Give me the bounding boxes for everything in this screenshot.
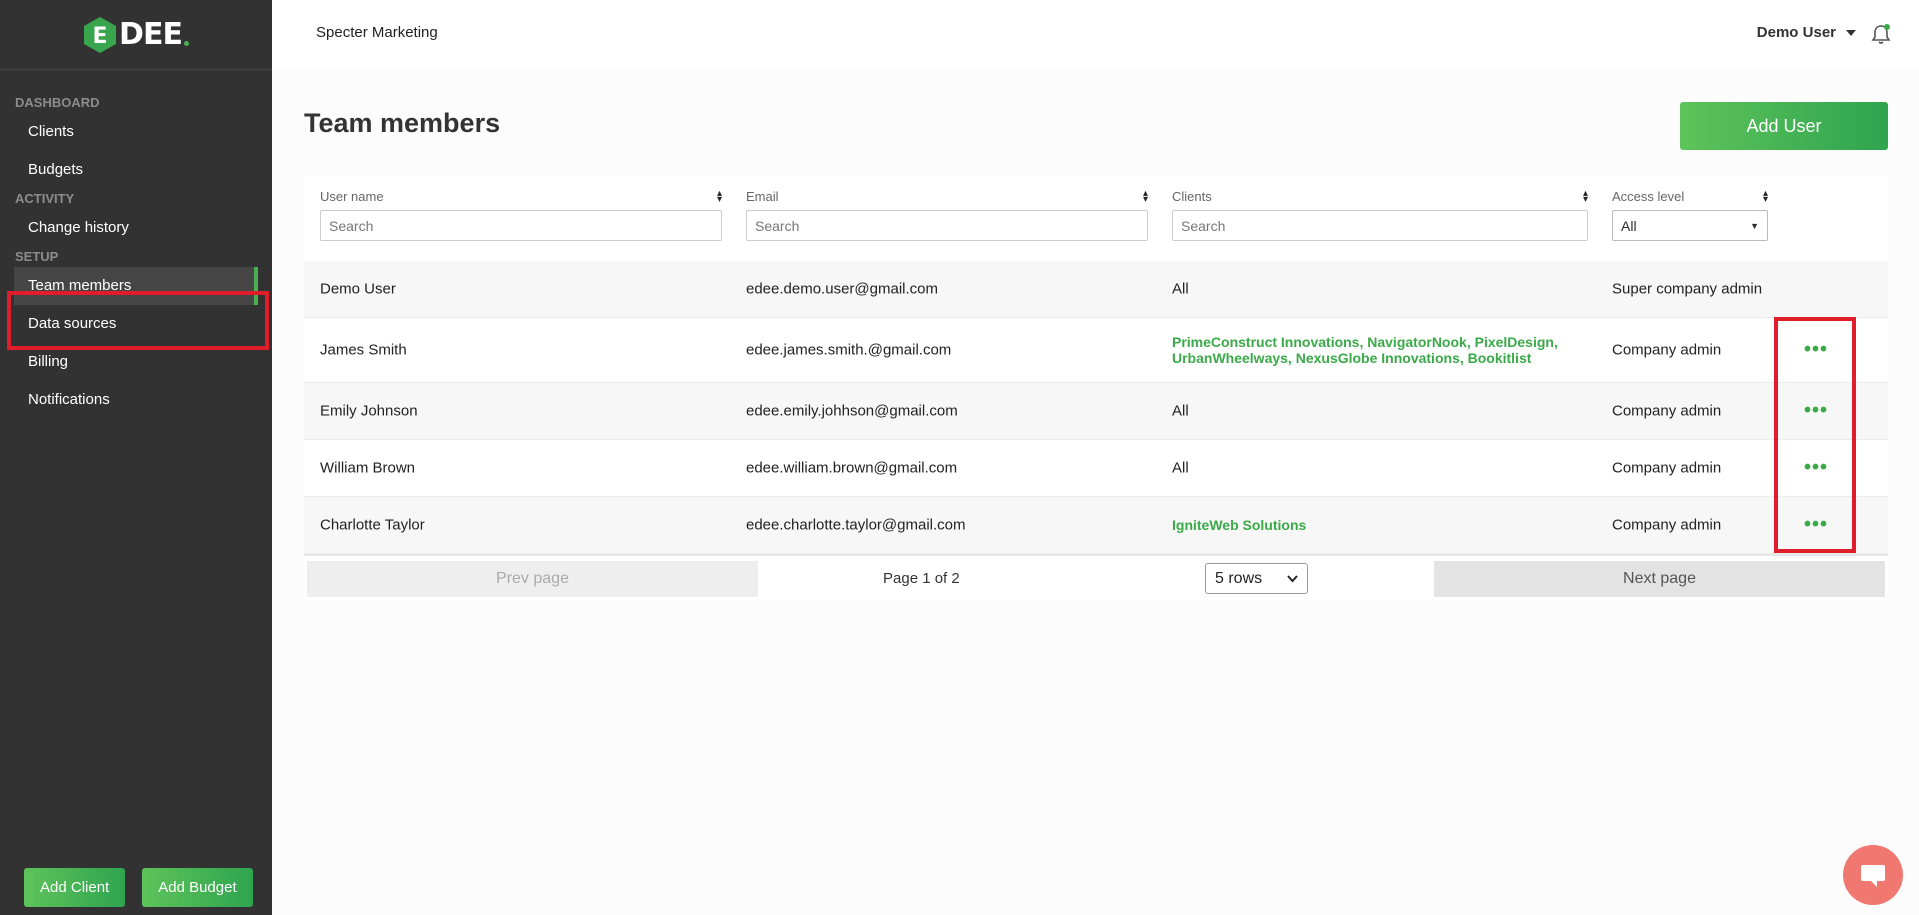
logo-text: DEE [119,17,183,52]
email-search-input[interactable] [746,210,1148,241]
chat-bubble-icon [1861,865,1885,887]
filter-clients: Clients ▴ ▾ [1172,188,1588,241]
chevron-down-icon: ▼ [1750,220,1759,231]
sort-icon[interactable]: ▴ ▾ [1583,188,1588,204]
cell-access-level: Super company admin [1612,280,1763,298]
cell-user-name: William Brown [320,459,416,477]
cell-email: edee.james.smith.@gmail.com [746,341,952,359]
bell-icon[interactable] [1871,23,1891,45]
chevron-down-icon [1846,29,1856,36]
sidebar-item-billing[interactable]: Billing [0,343,272,381]
prev-page-button[interactable]: Prev page [307,561,758,597]
sidebar: E DEE DASHBOARD Clients Budgets ACTIVITY… [0,0,272,915]
filter-user-name: User name ▴ ▾ [320,188,722,241]
team-table: User name ▴▾ Email ▴▾ Clients ▴▾ Access … [304,175,1888,600]
table-filters: User name ▴▾ Email ▴▾ Clients ▴▾ Access … [304,175,1888,261]
sidebar-item-change-history[interactable]: Change history [0,209,272,247]
company-name: Specter Marketing [316,24,438,41]
sidebar-item-budgets[interactable]: Budgets [0,151,272,189]
table-row[interactable]: Emily Johnson edee.emily.johhson@gmail.c… [304,383,1888,440]
table-row[interactable]: Demo User edee.demo.user@gmail.com All S… [304,261,1888,318]
cell-user-name: James Smith [320,341,407,359]
cell-clients: All [1172,402,1189,420]
cell-email: edee.william.brown@gmail.com [746,459,958,477]
logo-dot [183,41,189,46]
rows-per-page-value: 5 rows [1215,569,1263,587]
pagination: Prev page Page 1 of 2 5 rows Next page [304,554,1888,600]
svg-text:E: E [93,24,108,49]
clients-search-input[interactable] [1172,210,1588,241]
sort-icon[interactable]: ▴ ▾ [1143,188,1148,204]
add-client-button[interactable]: Add Client [24,868,126,907]
page-info: Page 1 of 2 [883,570,960,587]
sort-icon[interactable]: ▴ ▾ [717,188,722,204]
section-dashboard: DASHBOARD [15,95,100,110]
column-header-user-name[interactable]: User name [320,189,384,204]
cell-access-level: Company admin [1612,459,1722,477]
rows-per-page-select[interactable]: 5 rows [1205,563,1308,594]
cell-email: edee.emily.johhson@gmail.com [746,402,958,420]
cell-access-level: Company admin [1612,341,1722,359]
sidebar-item-data-sources[interactable]: Data sources [0,305,272,343]
more-actions-icon[interactable]: ••• [1804,400,1828,423]
more-actions-icon[interactable]: ••• [1804,339,1828,362]
section-setup: SETUP [15,249,59,264]
topbar: Specter Marketing Demo User [272,0,1919,68]
user-name: Demo User [1756,24,1836,41]
cell-clients: PrimeConstruct Innovations, NavigatorNoo… [1172,334,1558,366]
column-header-clients[interactable]: Clients [1172,189,1212,204]
clients-link-line-2[interactable]: UrbanWheelways, NexusGlobe Innovations, … [1172,350,1558,366]
cell-clients: All [1172,459,1189,477]
cell-access-level: Company admin [1612,516,1722,534]
cell-user-name: Demo User [320,280,396,298]
chat-widget-button[interactable] [1843,845,1903,905]
sidebar-item-team-members[interactable]: Team members [14,267,258,305]
cell-email: edee.charlotte.taylor@gmail.com [746,516,966,534]
cell-email: edee.demo.user@gmail.com [746,280,938,298]
column-header-access-level[interactable]: Access level [1612,189,1684,204]
table-row[interactable]: Charlotte Taylor edee.charlotte.taylor@g… [304,497,1888,554]
hexagon-logo-icon: E [83,16,117,54]
sidebar-item-notifications[interactable]: Notifications [0,381,272,419]
cell-user-name: Charlotte Taylor [320,516,425,534]
logo[interactable]: E DEE [0,0,272,70]
cell-user-name: Emily Johnson [320,402,418,420]
user-menu[interactable]: Demo User [1757,24,1856,41]
cell-clients: All [1172,280,1189,298]
sort-icon[interactable]: ▴ ▾ [1763,188,1768,204]
filter-access-level: Access level ▴ ▾ All ▼ [1612,188,1768,241]
table-row[interactable]: James Smith edee.james.smith.@gmail.com … [304,318,1888,383]
access-level-selected: All [1621,217,1637,234]
page-title: Team members [304,108,501,138]
more-actions-icon[interactable]: ••• [1804,457,1828,480]
sidebar-item-clients[interactable]: Clients [0,113,272,151]
section-activity: ACTIVITY [15,191,75,206]
user-name-search-input[interactable] [320,210,722,241]
column-header-email[interactable]: Email [746,189,779,204]
access-level-select[interactable]: All ▼ [1612,210,1768,241]
add-user-button[interactable]: Add User [1680,102,1888,150]
cell-clients[interactable]: IgniteWeb Solutions [1172,517,1306,533]
cell-access-level: Company admin [1612,402,1722,420]
chevron-down-icon [1287,574,1298,582]
more-actions-icon[interactable]: ••• [1804,514,1828,537]
next-page-button[interactable]: Next page [1434,561,1885,597]
filter-email: Email ▴ ▾ [746,188,1148,241]
table-row[interactable]: William Brown edee.william.brown@gmail.c… [304,440,1888,497]
clients-link-line-1[interactable]: PrimeConstruct Innovations, NavigatorNoo… [1172,334,1558,350]
add-budget-button[interactable]: Add Budget [142,868,253,907]
